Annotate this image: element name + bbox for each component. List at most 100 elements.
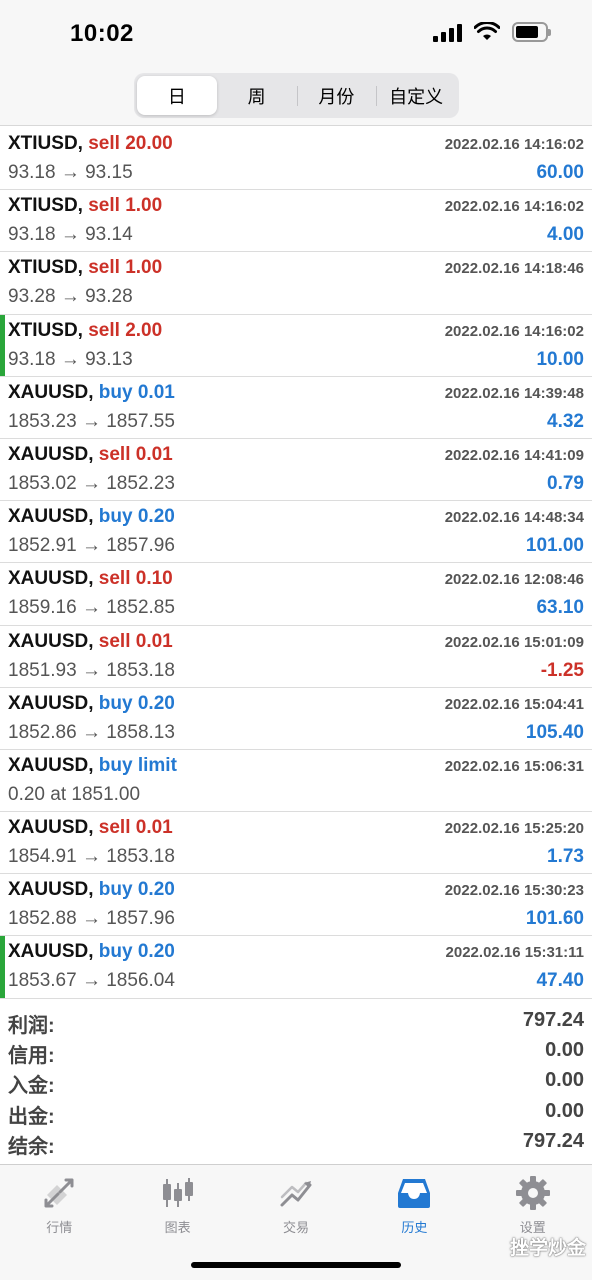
trade-time: 2022.02.16 14:18:46 bbox=[444, 260, 584, 278]
trade-side: sell 0.01 bbox=[98, 443, 173, 465]
trade-prices: 0.20 at 1851.00 bbox=[8, 783, 141, 805]
trade-profit: 0.79 bbox=[547, 472, 584, 494]
trade-title: XTIUSD, sell 1.00 bbox=[8, 257, 162, 279]
trade-title: XAUUSD, sell 0.01 bbox=[8, 631, 173, 653]
trade-row[interactable]: XAUUSD, sell 0.01 2022.02.16 14:41:09 1853… bbox=[0, 439, 592, 502]
trade-time: 2022.02.16 15:30:23 bbox=[444, 882, 584, 900]
trade-side: buy 0.01 bbox=[98, 381, 175, 403]
trade-row[interactable]: XAUUSD, buy 0.20 2022.02.16 15:04:41 1852.… bbox=[0, 688, 592, 750]
trade-time: 2022.02.16 15:01:09 bbox=[444, 633, 584, 651]
summary-label: 信用: bbox=[8, 1045, 55, 1068]
summary-label: 利润: bbox=[8, 1015, 55, 1037]
trade-title: XAUUSD, buy limit bbox=[8, 755, 177, 777]
trade-time: 2022.02.16 14:39:48 bbox=[444, 384, 584, 402]
trade-row[interactable]: XAUUSD, buy 0.01 2022.02.16 14:39:48 1853.… bbox=[0, 377, 592, 439]
trade-prices: 1852.86 → 1858.13 bbox=[8, 721, 175, 743]
trade-row[interactable]: XAUUSD, buy 0.20 2022.02.16 15:31:11 1853.… bbox=[0, 936, 592, 999]
header: 10:02 日 周 月份 自定义 bbox=[0, 0, 592, 126]
summary-row-balance: 结余: 797.24 bbox=[0, 1128, 592, 1158]
trade-prices: 1853.23 → 1857.55 bbox=[8, 410, 175, 432]
trade-row[interactable]: XTIUSD, sell 2.00 2022.02.16 14:16:02 93.1… bbox=[0, 314, 592, 377]
trade-title: XAUUSD, buy 0.01 bbox=[8, 382, 175, 404]
trade-symbol: XAUUSD, bbox=[8, 941, 94, 963]
trade-profit: 10.00 bbox=[536, 348, 584, 370]
trade-prices: 93.18 → 93.14 bbox=[8, 224, 133, 246]
trade-title: XAUUSD, sell 0.01 bbox=[8, 444, 173, 466]
tab-label: 图表 bbox=[164, 1220, 191, 1235]
trade-profit: 60.00 bbox=[536, 162, 584, 183]
segment-custom[interactable]: 自定义 bbox=[376, 76, 456, 115]
trade-row[interactable]: XAUUSD, buy 0.20 2022.02.16 15:30:23 1852.… bbox=[0, 874, 592, 937]
trade-profit: 4.00 bbox=[547, 224, 584, 246]
summary-row-deposit: 入金: 0.00 bbox=[0, 1067, 592, 1097]
segment-month[interactable]: 月份 bbox=[296, 76, 377, 115]
tab-label: 历史 bbox=[401, 1220, 428, 1235]
tab-settings[interactable]: 设置 bbox=[474, 1165, 592, 1280]
trade-symbol: XAUUSD, bbox=[8, 754, 94, 776]
account-summary: 利润: 797.24 信用: 0.00 入金: 0.00 出金: 0.00 结余… bbox=[0, 1007, 592, 1158]
trade-profit: 101.60 bbox=[525, 908, 584, 930]
trade-time: 2022.02.16 15:25:20 bbox=[444, 820, 584, 838]
trade-profit: 4.32 bbox=[547, 410, 584, 432]
trade-symbol: XTIUSD, bbox=[8, 195, 83, 217]
tab-label: 行情 bbox=[46, 1220, 73, 1235]
summary-label: 结余: bbox=[8, 1135, 55, 1158]
settings-icon bbox=[515, 1176, 550, 1210]
battery-icon bbox=[512, 22, 551, 42]
tab-label: 交易 bbox=[282, 1220, 309, 1235]
trade-row[interactable]: XAUUSD, sell 0.10 2022.02.16 12:08:46 1859… bbox=[0, 563, 592, 626]
chart-icon bbox=[162, 1178, 193, 1207]
trade-side: buy 0.20 bbox=[98, 941, 175, 963]
trade-symbol: XAUUSD, bbox=[8, 630, 94, 652]
trade-side: sell 0.01 bbox=[98, 817, 173, 839]
trade-title: XAUUSD, buy 0.20 bbox=[8, 941, 175, 963]
trade-row[interactable]: XAUUSD, buy 0.20 2022.02.16 14:48:34 1852.… bbox=[0, 501, 592, 564]
segment-day[interactable]: 日 bbox=[137, 76, 217, 115]
trade-profit: 105.40 bbox=[525, 721, 584, 743]
summary-value: 0.00 bbox=[545, 1069, 584, 1092]
trade-time: 2022.02.16 15:31:11 bbox=[445, 944, 584, 962]
trade-symbol: XAUUSD, bbox=[8, 879, 94, 901]
trade-side: sell 2.00 bbox=[88, 319, 163, 341]
trade-history-list: XTIUSD, sell 20.00 2022.02.16 14:16:02 93.… bbox=[0, 128, 592, 999]
watermark: 挫学炒金 bbox=[509, 1238, 586, 1259]
trade-title: XAUUSD, buy 0.20 bbox=[8, 506, 175, 528]
history-icon bbox=[398, 1179, 431, 1208]
trade-prices: 1853.67 → 1856.04 bbox=[8, 970, 175, 992]
summary-label: 入金: bbox=[8, 1075, 55, 1098]
summary-value: 0.00 bbox=[545, 1039, 584, 1062]
trade-side: sell 0.01 bbox=[98, 630, 173, 652]
trade-row[interactable]: XAUUSD, sell 0.01 2022.02.16 15:01:09 1851… bbox=[0, 626, 592, 688]
trade-time: 2022.02.16 15:06:31 bbox=[444, 757, 584, 775]
trade-profit: 63.10 bbox=[536, 597, 584, 619]
trade-symbol: XTIUSD, bbox=[8, 257, 83, 279]
summary-label: 出金: bbox=[8, 1105, 55, 1128]
trade-profit: 47.40 bbox=[536, 970, 584, 992]
segment-week[interactable]: 周 bbox=[217, 76, 297, 115]
trade-row[interactable]: XTIUSD, sell 1.00 2022.02.16 14:18:46 93.2… bbox=[0, 252, 592, 315]
summary-value: 0.00 bbox=[545, 1099, 584, 1122]
summary-row-withdrawal: 出金: 0.00 bbox=[0, 1098, 592, 1128]
trade-icon bbox=[280, 1181, 312, 1207]
trade-time: 2022.02.16 14:41:09 bbox=[444, 446, 584, 464]
trade-time: 2022.02.16 14:16:02 bbox=[444, 322, 584, 340]
trade-row[interactable]: XTIUSD, sell 1.00 2022.02.16 14:16:02 93.1… bbox=[0, 190, 592, 253]
trade-time: 2022.02.16 14:16:02 bbox=[444, 136, 584, 153]
trade-side: sell 0.10 bbox=[98, 568, 173, 590]
trade-title: XAUUSD, sell 0.10 bbox=[8, 568, 173, 590]
trade-side: buy 0.20 bbox=[98, 879, 175, 901]
trade-row[interactable]: XTIUSD, sell 20.00 2022.02.16 14:16:02 93.… bbox=[0, 128, 592, 191]
trade-profit: -1.25 bbox=[540, 659, 584, 681]
trade-side: sell 20.00 bbox=[88, 133, 173, 154]
trade-row[interactable]: XAUUSD, sell 0.01 2022.02.16 15:25:20 1854… bbox=[0, 812, 592, 875]
trade-symbol: XAUUSD, bbox=[8, 692, 94, 714]
trade-row[interactable]: XAUUSD, buy limit 2022.02.16 15:06:31 0.20… bbox=[0, 750, 592, 813]
tab-quotes[interactable]: 行情 bbox=[0, 1165, 118, 1280]
trade-time: 2022.02.16 14:16:02 bbox=[444, 198, 584, 216]
summary-value: 797.24 bbox=[522, 1129, 584, 1152]
trade-time: 2022.02.16 12:08:46 bbox=[444, 571, 584, 589]
status-icons bbox=[433, 22, 551, 42]
trade-symbol: XAUUSD, bbox=[8, 817, 94, 839]
trade-symbol: XAUUSD, bbox=[8, 381, 94, 403]
trade-prices: 1852.91 → 1857.96 bbox=[8, 535, 175, 557]
